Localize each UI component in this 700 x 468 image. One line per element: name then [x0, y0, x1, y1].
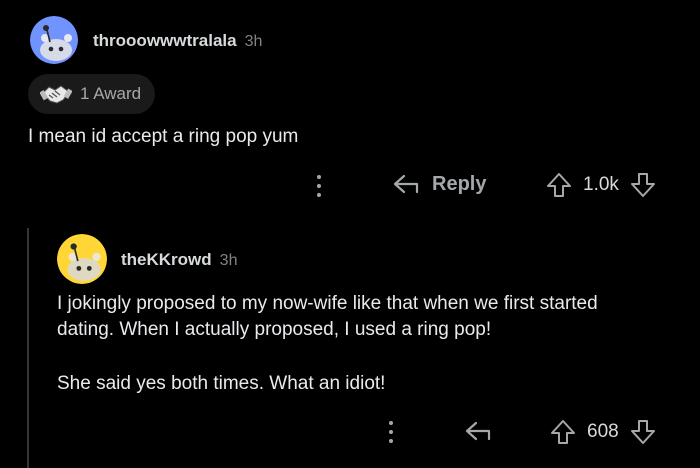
reply-body-line-2: dating. When I actually proposed, I used… — [57, 319, 492, 340]
comment-username[interactable]: throoowwwtralala — [93, 31, 237, 51]
reply-button[interactable]: Reply — [392, 172, 486, 196]
reply-username[interactable]: theKKrowd — [121, 250, 212, 270]
reply-arrow-icon — [465, 421, 491, 441]
reply-arrow-icon — [393, 174, 419, 194]
downvote-icon[interactable] — [629, 171, 657, 199]
downvote-icon[interactable] — [629, 418, 657, 446]
award-handshake-icon — [40, 85, 72, 104]
award-badge[interactable]: 1 Award — [28, 74, 156, 114]
award-count: 1 Award — [80, 84, 142, 103]
reply-body-line-3: She said yes both times. What an idiot! — [57, 373, 386, 394]
upvote-icon[interactable] — [549, 418, 577, 446]
upvote-icon[interactable] — [545, 171, 573, 199]
snoo-avatar-icon — [30, 16, 78, 64]
reply-avatar[interactable] — [57, 234, 107, 284]
reply-button[interactable] — [464, 419, 492, 443]
more-options-icon[interactable] — [317, 174, 321, 198]
thread-line[interactable] — [27, 228, 29, 468]
reply-label: Reply — [432, 172, 487, 195]
reply-timestamp: 3h — [219, 252, 238, 269]
avatar[interactable] — [30, 16, 78, 64]
snoo-avatar-icon — [57, 234, 107, 284]
vote-count: 608 — [587, 421, 619, 442]
more-options-icon[interactable] — [389, 420, 393, 444]
comment-timestamp: 3h — [244, 33, 263, 50]
vote-count: 1.0k — [583, 174, 619, 195]
reply-body-line-1: I jokingly proposed to my now-wife like … — [57, 293, 598, 314]
comment-body: I mean id accept a ring pop yum — [28, 126, 299, 147]
